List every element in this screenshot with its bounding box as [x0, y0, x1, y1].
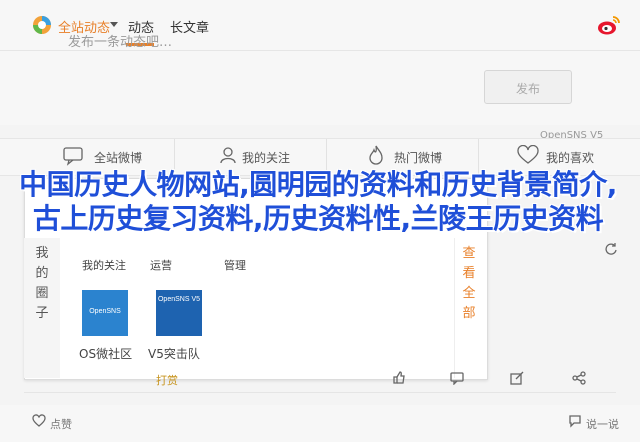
fire-icon	[369, 145, 383, 165]
tab-long-article[interactable]: 长文章	[170, 17, 209, 36]
user-icon	[220, 147, 236, 164]
panel-title-char: 我	[35, 246, 49, 261]
app-name-os[interactable]: OS微社区	[79, 345, 132, 362]
app-name-v5[interactable]: V5突击队	[148, 345, 200, 362]
site-logo-icon[interactable]	[32, 15, 52, 35]
view-all-char[interactable]: 看	[462, 264, 476, 284]
panel-title-char: 圈	[35, 286, 49, 301]
panel-sub-item[interactable]: 管理	[224, 257, 246, 273]
tab-my-likes[interactable]: 我的喜欢	[546, 149, 594, 166]
weibo-icon[interactable]	[597, 14, 621, 36]
tab-my-follow[interactable]: 我的关注	[242, 149, 290, 166]
heart-icon	[517, 145, 539, 164]
panel-sub-item[interactable]: 我的关注	[82, 257, 126, 273]
share-icon[interactable]	[572, 371, 586, 385]
publish-button-label: 发布	[516, 82, 541, 96]
chevron-down-icon[interactable]	[110, 22, 118, 27]
tab-all-weibo[interactable]: 全站微博	[94, 149, 142, 166]
chat-icon	[63, 147, 83, 166]
like-button[interactable]: 点赞	[50, 416, 72, 432]
comment-bubble-icon[interactable]	[568, 414, 582, 428]
app-tile-text: OpenSNS V5	[157, 296, 201, 303]
like-heart-icon[interactable]	[32, 414, 46, 428]
reward-label[interactable]: 打赏	[156, 372, 178, 388]
panel-title-char: 的	[35, 266, 49, 281]
bottom-bar	[0, 405, 640, 442]
tab-hot-weibo[interactable]: 热门微博	[394, 149, 442, 166]
app-tile-v5[interactable]: OpenSNS V5	[156, 290, 202, 336]
refresh-icon[interactable]	[604, 242, 618, 256]
comment-icon[interactable]	[450, 371, 464, 385]
comment-button[interactable]: 说一说	[586, 416, 619, 432]
thumbs-up-icon[interactable]	[392, 371, 406, 385]
divider	[24, 392, 616, 393]
panel-sub-item[interactable]: 运营	[150, 257, 172, 273]
view-all-char[interactable]: 查	[462, 244, 476, 264]
edit-icon[interactable]	[510, 371, 524, 385]
panel-title-char: 子	[35, 306, 49, 321]
app-tile-text: OpenSNS	[89, 308, 121, 315]
app-tile-os[interactable]: OpenSNS	[82, 290, 128, 336]
view-all-char[interactable]: 全	[462, 284, 476, 304]
watermark-overlay-text: 中国历史人物网站,圆明园的资料和历史背景简介,古上历史复习资料,历史资料性,兰陵…	[19, 168, 617, 235]
view-all-char[interactable]: 部	[462, 304, 476, 324]
composer-input[interactable]: 发布一条动态吧…	[68, 31, 172, 50]
